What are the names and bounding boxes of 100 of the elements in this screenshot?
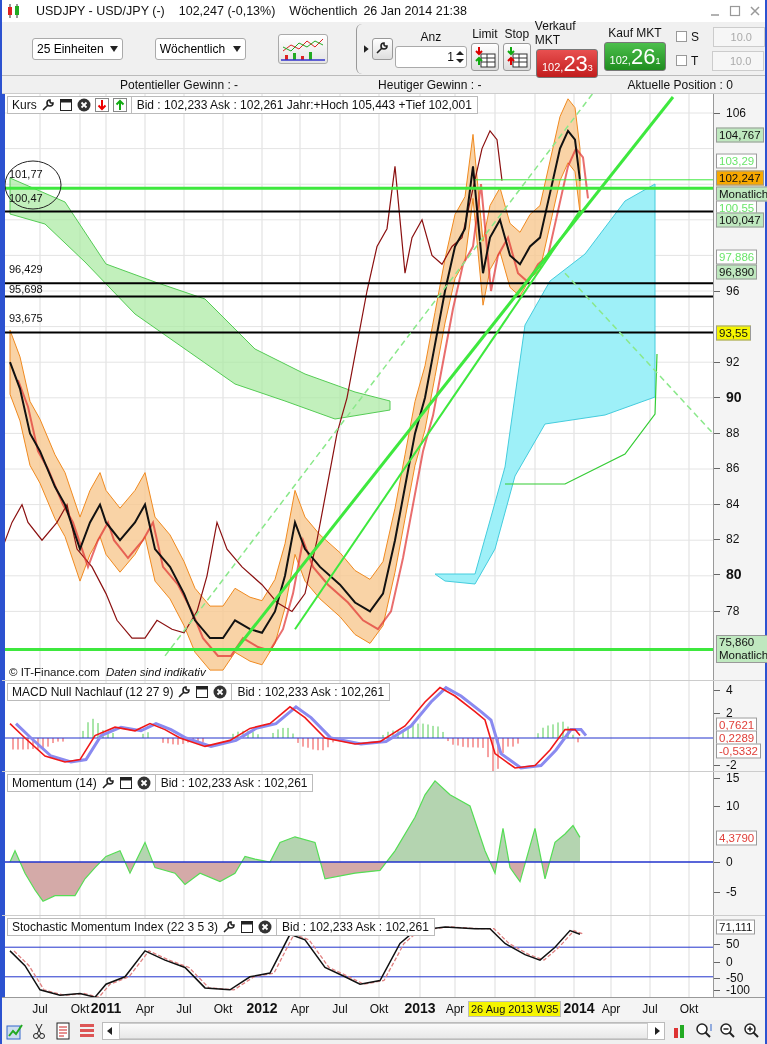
stop-order-button[interactable] xyxy=(502,42,531,71)
price-tag: 97,886 xyxy=(716,249,758,265)
window-icon[interactable] xyxy=(58,98,73,112)
axis-tick-label: 84 xyxy=(726,497,740,511)
indicator-button[interactable] xyxy=(277,33,328,64)
axis-tick-label: 2 xyxy=(726,706,733,720)
buy-arrow-icon[interactable] xyxy=(112,98,127,112)
expand-arrow-icon[interactable] xyxy=(364,44,369,53)
datetime-text: 26 Jan 2014 21:38 xyxy=(363,4,467,18)
window-icon[interactable] xyxy=(240,920,255,934)
close-icon[interactable] xyxy=(258,920,273,934)
window-icon[interactable] xyxy=(118,776,133,790)
value-tag: 71,111 xyxy=(716,919,756,935)
axis-tick-label: -50 xyxy=(726,971,744,985)
limit-label: Limit xyxy=(472,26,498,41)
value-tag: -0,5332 xyxy=(716,743,761,759)
bid-ask-text: Bid : 102,233 Ask : 102,261 xyxy=(159,775,309,791)
zoom-in-icon[interactable] xyxy=(743,1022,761,1040)
x-axis-label: 2011 xyxy=(90,1000,122,1016)
disclaimer-text: Daten sind indikativ xyxy=(105,666,206,678)
wrench-icon[interactable] xyxy=(177,685,192,699)
horizontal-scrollbar[interactable] xyxy=(102,1022,665,1040)
x-axis-label: Okt xyxy=(679,1002,699,1016)
buy-label: Kauf MKT xyxy=(608,26,662,40)
level-label: 96,429 xyxy=(9,264,43,275)
value-tag: 4,3790 xyxy=(716,830,758,846)
wrench-icon[interactable] xyxy=(40,98,55,112)
summary-text: Potentieller Gewinn : - xyxy=(120,77,239,92)
zoom-vertical-icon[interactable] xyxy=(695,1022,713,1040)
level-label: 101,77 xyxy=(9,169,43,180)
circle-annotation xyxy=(5,160,62,210)
x-axis-label: 2014 xyxy=(563,1000,595,1016)
axis-tick-label: 4 xyxy=(726,683,733,697)
axis-tick-label: 92 xyxy=(726,355,740,369)
bid-ask-text: Bid : 102,233 Ask : 102,261 xyxy=(281,919,430,935)
level-label: 93,675 xyxy=(9,313,43,324)
close-icon[interactable] xyxy=(213,685,228,699)
price-tag: 100,047 xyxy=(716,212,764,228)
indicator-title: MACD Null Nachlauf (12 27 9) xyxy=(12,685,174,699)
summary-text: Aktuelle Position : 0 xyxy=(627,77,733,92)
bars-icon[interactable] xyxy=(78,1022,96,1040)
window-icon[interactable] xyxy=(195,685,210,699)
x-axis-label: 2013 xyxy=(404,1000,436,1016)
price-change-text: 102,247 (-0,13%) xyxy=(178,4,276,18)
stop-label: Stop xyxy=(504,26,530,41)
candlestick-icon xyxy=(6,3,22,19)
interval-dropdown[interactable]: Wöchentlich xyxy=(154,37,246,60)
bid-ask-text: Bid : 102,233 Ask : 102,261 xyxy=(236,684,386,700)
close-icon[interactable] xyxy=(76,98,91,112)
axis-tick-label: 96 xyxy=(726,284,740,298)
x-axis-label: Okt xyxy=(70,1002,90,1016)
price-tag: 93,55 xyxy=(716,325,751,341)
axis-tick-label: 0 xyxy=(726,855,733,869)
s-label: S xyxy=(691,29,699,44)
price-tag: 75,860 Monatlich xyxy=(716,635,767,663)
wrench-icon[interactable] xyxy=(100,776,115,790)
price-tag: 104,767 xyxy=(716,127,764,143)
interval-text: Wöchentlich xyxy=(289,4,358,18)
level-label: 95,698 xyxy=(9,284,43,295)
zoom-out-icon[interactable] xyxy=(719,1022,737,1040)
copyright-text: © IT-Finance.com xyxy=(9,666,100,678)
limit-order-button[interactable] xyxy=(470,42,499,71)
chart-icon[interactable] xyxy=(6,1022,24,1040)
maximize-icon[interactable] xyxy=(729,5,741,17)
axis-tick-label: 10 xyxy=(726,799,740,813)
summary-text: Heutiger Gewinn : - xyxy=(378,77,482,92)
x-axis-label: Apr xyxy=(135,1002,155,1016)
checkbox[interactable] xyxy=(676,31,687,42)
axis-tick-label: 80 xyxy=(726,566,742,582)
document-icon[interactable] xyxy=(54,1022,72,1040)
sell-label: Verkauf MKT xyxy=(534,19,577,47)
settings-button[interactable] xyxy=(371,37,393,60)
window-title: USDJPY - USD/JPY (-) xyxy=(36,4,165,18)
axis-tick-label: 78 xyxy=(726,604,740,618)
cursor-date-label: 26 Aug 2013 W35 xyxy=(468,1001,562,1017)
units-dropdown[interactable]: 25 Einheiten xyxy=(32,37,123,60)
axis-tick-label: 50 xyxy=(726,937,740,951)
axis-tick-label: 0 xyxy=(726,955,733,969)
axis-tick-label: 106 xyxy=(726,106,747,120)
scissors-icon[interactable] xyxy=(30,1022,48,1040)
bid-ask-text: Bid : 102,233 Ask : 102,261 Jahr:+Hoch 105,443 +Tief 102,001 xyxy=(135,97,473,113)
x-axis-label: Apr xyxy=(445,1002,465,1016)
wrench-icon[interactable] xyxy=(222,920,237,934)
x-axis-label: Apr xyxy=(290,1002,310,1016)
indicator-title: Momentum (14) xyxy=(12,776,97,790)
axis-tick-label: -2 xyxy=(726,758,737,772)
price-tag: 102,247 xyxy=(716,170,764,186)
x-axis-label: Okt xyxy=(369,1002,389,1016)
price-tag: Monatlich xyxy=(716,186,767,202)
close-icon[interactable] xyxy=(136,776,151,790)
sell-arrow-icon[interactable] xyxy=(94,98,109,112)
x-axis-label: 2012 xyxy=(246,1000,278,1016)
axis-tick-label: 88 xyxy=(726,426,740,440)
wrench-icon[interactable] xyxy=(374,40,389,55)
axis-tick-label: 86 xyxy=(726,461,740,475)
axis-tick-label: 90 xyxy=(726,389,742,405)
checkbox[interactable] xyxy=(676,55,687,66)
quantity-spinner[interactable]: 1 xyxy=(394,45,467,68)
chart-title: Kurs xyxy=(12,98,37,112)
x-axis-label: Okt xyxy=(213,1002,233,1016)
